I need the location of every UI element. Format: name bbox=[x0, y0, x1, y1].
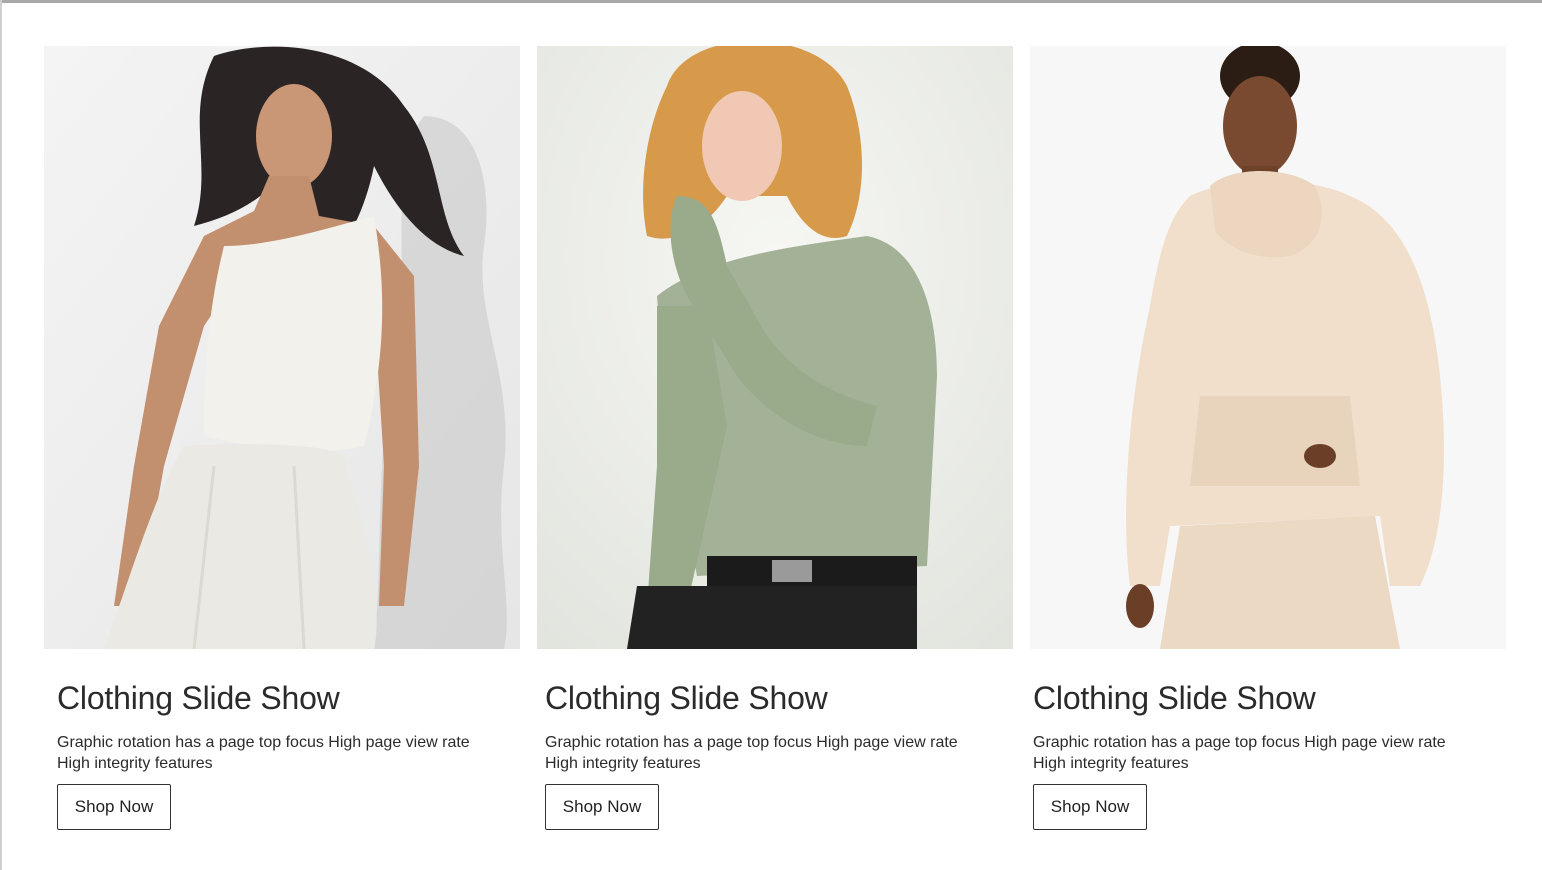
card-title: Clothing Slide Show bbox=[1033, 680, 1316, 716]
product-photo-beige-hoodie[interactable] bbox=[1030, 46, 1506, 649]
card-description: Graphic rotation has a page top focus Hi… bbox=[57, 734, 470, 772]
product-card-beige-hoodie: Clothing Slide Show Graphic rotation has… bbox=[1030, 46, 1506, 846]
top-border bbox=[0, 0, 1542, 3]
product-card-green-top: Clothing Slide Show Graphic rotation has… bbox=[537, 46, 1013, 846]
left-border bbox=[0, 0, 2, 870]
shop-now-button[interactable]: Shop Now bbox=[545, 784, 659, 830]
shop-now-button[interactable]: Shop Now bbox=[57, 784, 171, 830]
product-photo-white-top[interactable] bbox=[44, 46, 520, 649]
card-title: Clothing Slide Show bbox=[545, 680, 828, 716]
shop-now-button[interactable]: Shop Now bbox=[1033, 784, 1147, 830]
product-card-white-top: Clothing Slide Show Graphic rotation has… bbox=[44, 46, 520, 846]
product-photo-green-top[interactable] bbox=[537, 46, 1013, 649]
card-description: Graphic rotation has a page top focus Hi… bbox=[545, 734, 958, 772]
card-description: Graphic rotation has a page top focus Hi… bbox=[1033, 734, 1446, 772]
card-title: Clothing Slide Show bbox=[57, 680, 340, 716]
